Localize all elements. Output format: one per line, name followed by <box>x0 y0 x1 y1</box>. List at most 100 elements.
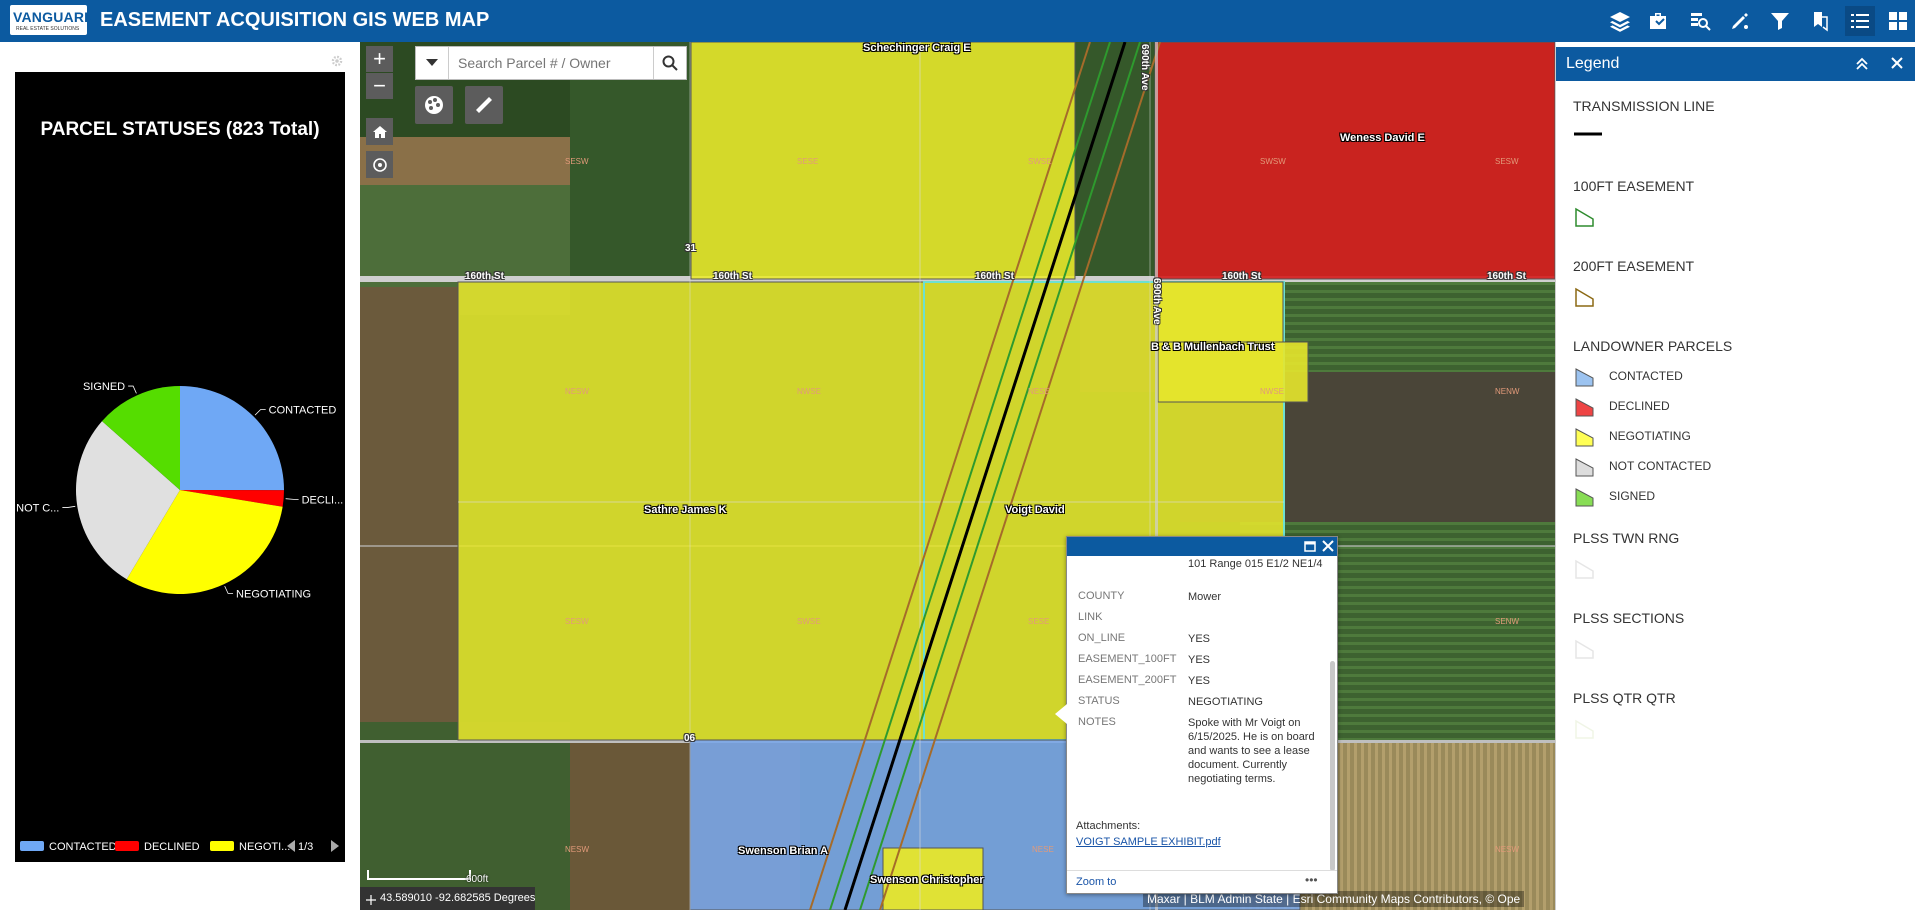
coordinate-toggle[interactable] <box>366 892 376 905</box>
parcel-mullenbach[interactable] <box>1157 281 1284 343</box>
qq-label: NENW <box>1495 387 1520 396</box>
widgets-button[interactable] <box>1883 6 1913 36</box>
chart-legend-swatch[interactable] <box>210 841 234 851</box>
measure-button[interactable] <box>465 86 503 124</box>
legend-icon <box>1851 14 1869 28</box>
map-view[interactable]: Schechinger Craig E Weness David E B & B… <box>360 42 1555 910</box>
road-label: 160th St <box>465 271 504 282</box>
chart-legend-label[interactable]: CONTACTED <box>49 841 117 853</box>
bookmark-button[interactable] <box>1805 6 1835 36</box>
pie-leader-line <box>254 409 266 416</box>
legend-button[interactable] <box>1845 6 1875 36</box>
qq-label: SESE <box>797 157 819 166</box>
pie-chart: PARCEL STATUSES (823 Total) CONTACTED DEC… <box>16 119 344 853</box>
polygon-fill-icon <box>1575 368 1594 387</box>
legend-item <box>1573 718 1597 739</box>
search-input[interactable] <box>456 47 650 79</box>
close-icon[interactable] <box>1322 540 1334 552</box>
field-value: 101 Range 015 E1/2 NE1/4 <box>1188 558 1323 570</box>
qq-label: SESE <box>1028 617 1050 626</box>
parcel-schechinger[interactable] <box>690 42 1076 280</box>
qq-label: NWSE <box>797 387 821 396</box>
qq-label: SWSW <box>1260 157 1286 166</box>
zoom-in-button[interactable]: + <box>366 46 393 72</box>
plus-icon: + <box>373 46 386 71</box>
chevron-up-double-icon[interactable] <box>1855 57 1869 71</box>
attachment-link[interactable]: VOIGT SAMPLE EXHIBIT.pdf <box>1076 836 1221 848</box>
zoom-to-link[interactable]: Zoom to <box>1076 876 1116 888</box>
pie-leader-line <box>62 505 76 508</box>
map-imagery <box>360 42 1555 910</box>
polygon-outline-icon <box>1575 719 1594 739</box>
basemap-gallery-button[interactable] <box>415 86 453 124</box>
app-title: EASEMENT ACQUISITION GIS WEB MAP <box>100 9 490 31</box>
parcel-label: Schechinger Craig E <box>863 42 971 54</box>
pie-slice-contacted[interactable] <box>180 386 284 491</box>
parcel-label: Voigt David <box>1005 504 1065 516</box>
legend-header: Legend <box>1556 47 1915 81</box>
polygon-outline-icon <box>1575 207 1594 227</box>
legend-item <box>1573 126 1603 146</box>
legend-layer-title: 200FT EASEMENT <box>1573 258 1695 274</box>
draw-button[interactable] <box>1725 6 1755 36</box>
qq-label: SENW <box>1495 617 1519 626</box>
pie-label: CONTACTED <box>269 404 337 416</box>
popup-scrollbar[interactable] <box>1330 661 1335 871</box>
chart-legend-label[interactable]: DECLINED <box>144 841 200 853</box>
road-label: 160th St <box>1487 271 1526 282</box>
qq-label: NESW <box>1495 845 1519 854</box>
legend-item-label: DECLINED <box>1609 399 1670 413</box>
pie-leader-line <box>224 585 234 594</box>
scale-label: 600ft <box>466 874 489 885</box>
close-icon[interactable] <box>1891 57 1903 69</box>
legend-item-label: NEGOTIATING <box>1609 429 1691 443</box>
search-source-dropdown[interactable] <box>416 47 449 79</box>
ruler-icon <box>476 97 492 113</box>
legend-item: CONTACTED <box>1573 366 1683 387</box>
chart-legend-label[interactable]: NEGOTI... <box>239 841 290 853</box>
field-key: EASEMENT_100FT <box>1078 653 1177 665</box>
palette-icon <box>425 96 443 114</box>
coordinates-text: 43.589010 -92.682585 Degrees <box>380 892 536 904</box>
field-key: EASEMENT_200FT <box>1078 674 1177 686</box>
chart-legend-swatch[interactable] <box>115 841 139 851</box>
home-button[interactable] <box>366 118 393 145</box>
feature-popup: 101 Range 015 E1/2 NE1/4 COUNTY Mower LIN… <box>1066 536 1338 894</box>
pie-label: DECLI... <box>302 494 344 506</box>
pie-leader-line <box>128 385 137 394</box>
briefcase-button[interactable] <box>1643 6 1673 36</box>
field-key: ON_LINE <box>1078 632 1126 644</box>
gear-icon[interactable] <box>330 54 344 68</box>
layers-icon <box>1610 12 1630 32</box>
qq-label: NESE <box>1032 845 1054 854</box>
locate-button[interactable] <box>366 151 393 178</box>
crosshair-icon <box>372 157 387 172</box>
query-button[interactable] <box>1685 6 1715 36</box>
zoom-out-button[interactable]: − <box>366 73 393 99</box>
field-value: YES <box>1188 675 1211 687</box>
legend-item <box>1573 286 1597 307</box>
road-label: 690th Ave <box>1151 278 1162 325</box>
qq-label: SESW <box>1495 157 1519 166</box>
maximize-icon[interactable] <box>1304 541 1316 552</box>
chart-title: PARCEL STATUSES (823 Total) <box>40 119 319 140</box>
field-key: COUNTY <box>1078 590 1125 602</box>
filter-button[interactable] <box>1765 6 1795 36</box>
more-options-button[interactable]: ••• <box>1305 873 1318 887</box>
legend-item: DECLINED <box>1573 396 1670 417</box>
vanguard-logo: VANGUARD REAL ESTATE SOLUTIONS <box>10 5 94 35</box>
popup-header <box>1067 537 1337 556</box>
home-icon <box>372 125 387 138</box>
polygon-fill-icon <box>1575 488 1594 507</box>
qq-label: NESW <box>565 387 589 396</box>
road-label: 31 <box>685 243 697 254</box>
popup-content: 101 Range 015 E1/2 NE1/4 COUNTY Mower LIN… <box>1067 556 1329 836</box>
legend-next-page-icon[interactable] <box>331 840 339 852</box>
legend-item-label: SIGNED <box>1609 489 1656 503</box>
chart-legend-swatch[interactable] <box>20 841 44 851</box>
parcel-status-chart: PARCEL STATUSES (823 Total) CONTACTED DEC… <box>15 72 345 862</box>
qq-label: NWSE <box>1260 387 1284 396</box>
search-button[interactable] <box>653 47 686 79</box>
qq-label: SWSE <box>797 617 821 626</box>
layers-button[interactable] <box>1605 6 1635 36</box>
